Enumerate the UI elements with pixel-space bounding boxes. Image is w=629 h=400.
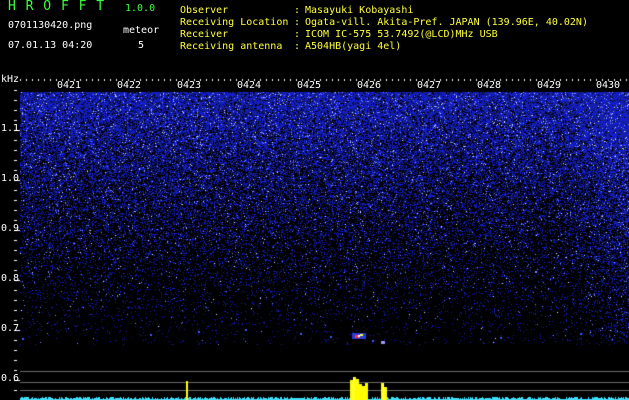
info-value-antenna: A504HB(yagi 4el): [305, 41, 402, 52]
time-label: 0425: [297, 80, 322, 91]
time-label: 0429: [537, 80, 562, 91]
time-label: 0421: [57, 80, 82, 91]
file-name: 0701130420.png: [8, 20, 93, 31]
y-axis-unit: kHz: [1, 74, 20, 85]
info-sep-location: :: [294, 17, 301, 28]
time-label: 0426: [357, 80, 382, 91]
y-label-0-7: 0.7: [1, 323, 20, 334]
y-label-1-0: 1.0: [1, 173, 20, 184]
info-sep-receiver: :: [294, 29, 301, 40]
meteor-label: meteor: [123, 25, 160, 36]
time-label: 0424: [237, 80, 262, 91]
time-label: 0422: [117, 80, 142, 91]
time-label: 0427: [417, 80, 442, 91]
hrofft-window: H R O F F T 1.0.0 0701130420.png meteor …: [0, 0, 629, 400]
info-value-receiver: ICOM IC-575 53.7492(@LCD)MHz USB: [305, 29, 498, 40]
spectrogram-canvas: [0, 0, 629, 400]
time-label: 0428: [477, 80, 502, 91]
time-label: 0430: [596, 80, 621, 91]
info-sep-observer: :: [294, 5, 301, 16]
info-key-observer: Observer: [180, 5, 229, 16]
info-key-location: Receiving Location: [180, 17, 289, 28]
meteor-count: 5: [138, 40, 145, 51]
time-label: 0423: [177, 80, 202, 91]
file-datetime: 07.01.13 04:20: [8, 40, 93, 51]
y-label-0-9: 0.9: [1, 223, 20, 234]
y-label-0-6: 0.6: [1, 373, 20, 384]
info-value-location: Ogata-vill. Akita-Pref. JAPAN (139.96E, …: [305, 17, 588, 28]
info-key-receiver: Receiver: [180, 29, 229, 40]
y-label-1-1: 1.1: [1, 123, 20, 134]
app-title: H R O F F T: [8, 0, 106, 14]
info-key-antenna: Receiving antenna: [180, 41, 283, 52]
y-label-0-8: 0.8: [1, 273, 20, 284]
info-sep-antenna: :: [294, 41, 301, 52]
info-value-observer: Masayuki Kobayashi: [305, 5, 414, 16]
app-version: 1.0.0: [125, 3, 156, 14]
